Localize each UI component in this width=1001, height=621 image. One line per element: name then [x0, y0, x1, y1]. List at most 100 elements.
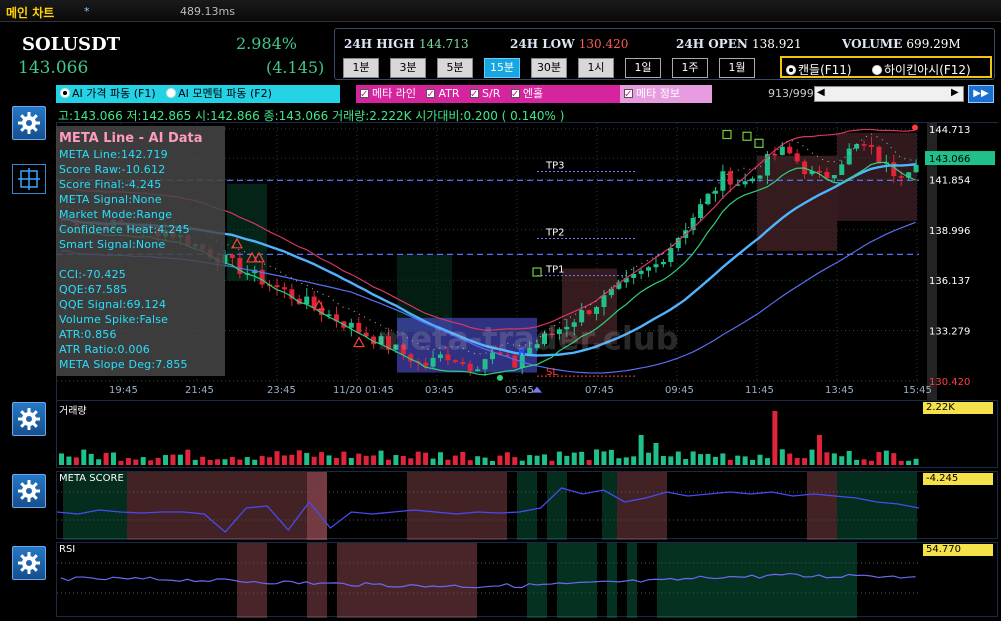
volume-bar	[148, 460, 154, 465]
tp2-label: TP2	[545, 228, 565, 239]
meta-score-shade	[517, 472, 537, 540]
volume-bar	[698, 454, 704, 465]
radio-off-icon	[872, 65, 882, 75]
gear-icon	[18, 112, 40, 134]
rsi-settings-button[interactable]	[12, 546, 46, 580]
volume-bar	[371, 455, 377, 465]
bell-icon	[497, 374, 503, 381]
meta-info-overlay: META Line - AI Data META Line:142.719 Sc…	[56, 126, 225, 376]
window-title[interactable]: 메인 차트	[6, 4, 54, 21]
meta-score-shade	[807, 472, 837, 540]
tf-1mo[interactable]: 1월	[719, 58, 755, 78]
volume-bar	[460, 451, 466, 465]
tf-1d[interactable]: 1일	[625, 58, 661, 78]
heikin-radio[interactable]: 하이킨아시(F12)	[872, 61, 971, 78]
scroll-left-icon[interactable]: ◀	[817, 87, 825, 98]
meta-info-line: CCI:-70.425	[59, 268, 126, 281]
meta-score-shade	[407, 472, 507, 540]
watermark: meta-trader.club	[377, 320, 679, 358]
candle	[757, 175, 763, 179]
atr-toggle[interactable]: ATR	[426, 86, 460, 104]
meta-score-value: -4.245	[923, 473, 993, 485]
meta-info-line: Confidence Heat:4.245	[59, 223, 190, 236]
candle	[772, 154, 778, 156]
meta-score-label: META SCORE	[59, 473, 124, 484]
indicator-toolbar: AI 가격 파동 (F1) AI 모멘텀 파동 (F2) 메타 라인 ATR S…	[56, 85, 996, 105]
ai-price-wave-option[interactable]: AI 가격 파동 (F1)	[60, 87, 156, 100]
volume-settings-button[interactable]	[12, 402, 46, 436]
volume-bar	[668, 456, 674, 465]
volume-bar	[854, 459, 860, 465]
chart-settings-button[interactable]	[12, 106, 46, 140]
volume-bar	[430, 458, 436, 465]
volume-bar	[497, 455, 503, 465]
volume-bar	[727, 459, 733, 465]
meta-line-toggle[interactable]: 메타 라인	[360, 86, 416, 104]
time-tick-label: 19:45	[109, 385, 138, 396]
meta-score-settings-button[interactable]	[12, 474, 46, 508]
tf-1h[interactable]: 1시	[578, 58, 614, 78]
volume-bar	[750, 459, 756, 465]
volume-bar	[906, 460, 912, 465]
volume-bar	[415, 451, 421, 465]
volume-bar	[816, 435, 822, 465]
volume-panel[interactable]: 거래량 2.22K	[56, 400, 998, 468]
volume-bar	[348, 457, 354, 465]
gear-icon	[18, 408, 40, 430]
volume-bar	[809, 449, 815, 465]
tf-15m[interactable]: 15분	[484, 58, 520, 78]
candle	[898, 176, 904, 178]
checkbox-icon	[426, 86, 436, 104]
history-scrollbar[interactable]: ◀ ▶	[814, 86, 964, 102]
meta-info-line: ATR Ratio:0.006	[59, 343, 150, 356]
tf-5m[interactable]: 5분	[437, 58, 473, 78]
crosshair-icon	[18, 168, 40, 190]
title-marker: *	[84, 5, 90, 18]
volume-bar	[534, 455, 540, 465]
price-tick-label: 138.996	[929, 226, 970, 237]
volume-bar	[475, 456, 481, 465]
volume-bar	[579, 451, 585, 465]
radio-on-icon	[786, 65, 796, 75]
time-tick-label: 11:45	[745, 385, 774, 396]
volume-bar	[512, 457, 518, 465]
meta-info-line: META Slope Deg:7.855	[59, 358, 188, 371]
latency-readout: 489.13ms	[180, 5, 235, 18]
candle-radio[interactable]: 캔들(F11)	[786, 61, 852, 78]
volume-bar	[898, 460, 904, 465]
volume-bar	[772, 411, 778, 465]
volume-bar	[326, 455, 332, 465]
tf-30m[interactable]: 30분	[531, 58, 567, 78]
sr-toggle[interactable]: S/R	[470, 86, 500, 104]
ai-momentum-wave-option[interactable]: AI 모멘텀 파동 (F2)	[166, 87, 272, 100]
candle	[475, 369, 481, 372]
meta-info-line: Smart Signal:None	[59, 238, 166, 251]
tf-1m[interactable]: 1분	[343, 58, 379, 78]
volume-bar	[88, 453, 94, 465]
volume-bar	[623, 457, 629, 465]
candle	[646, 267, 652, 271]
scroll-to-end-button[interactable]: ▶▶	[968, 85, 994, 103]
candle	[698, 204, 704, 219]
volume-bar	[712, 456, 718, 465]
volume-bar	[185, 449, 191, 465]
tf-1w[interactable]: 1주	[672, 58, 708, 78]
volume-bar	[601, 451, 607, 465]
candle	[846, 148, 852, 165]
envelope-toggle[interactable]: 엔홀	[510, 86, 543, 104]
volume-bar	[445, 459, 451, 465]
stat-volume: VOLUME 699.29M	[842, 37, 961, 51]
tf-3m[interactable]: 3분	[390, 58, 426, 78]
volume-bar	[73, 457, 79, 465]
meta-info-toggle[interactable]: 메타 정보	[620, 85, 712, 104]
scroll-right-icon[interactable]: ▶	[951, 87, 959, 98]
candle	[229, 254, 235, 259]
time-tick-label: 05:45	[505, 385, 534, 396]
candle	[356, 322, 362, 333]
rsi-panel[interactable]: RSI 54.770	[56, 542, 998, 618]
candle	[779, 146, 785, 155]
radio-off-icon	[166, 88, 177, 98]
volume-bar	[802, 458, 808, 465]
meta-score-panel[interactable]: META SCORE -4.245	[56, 471, 998, 540]
crosshair-button[interactable]	[12, 164, 46, 194]
